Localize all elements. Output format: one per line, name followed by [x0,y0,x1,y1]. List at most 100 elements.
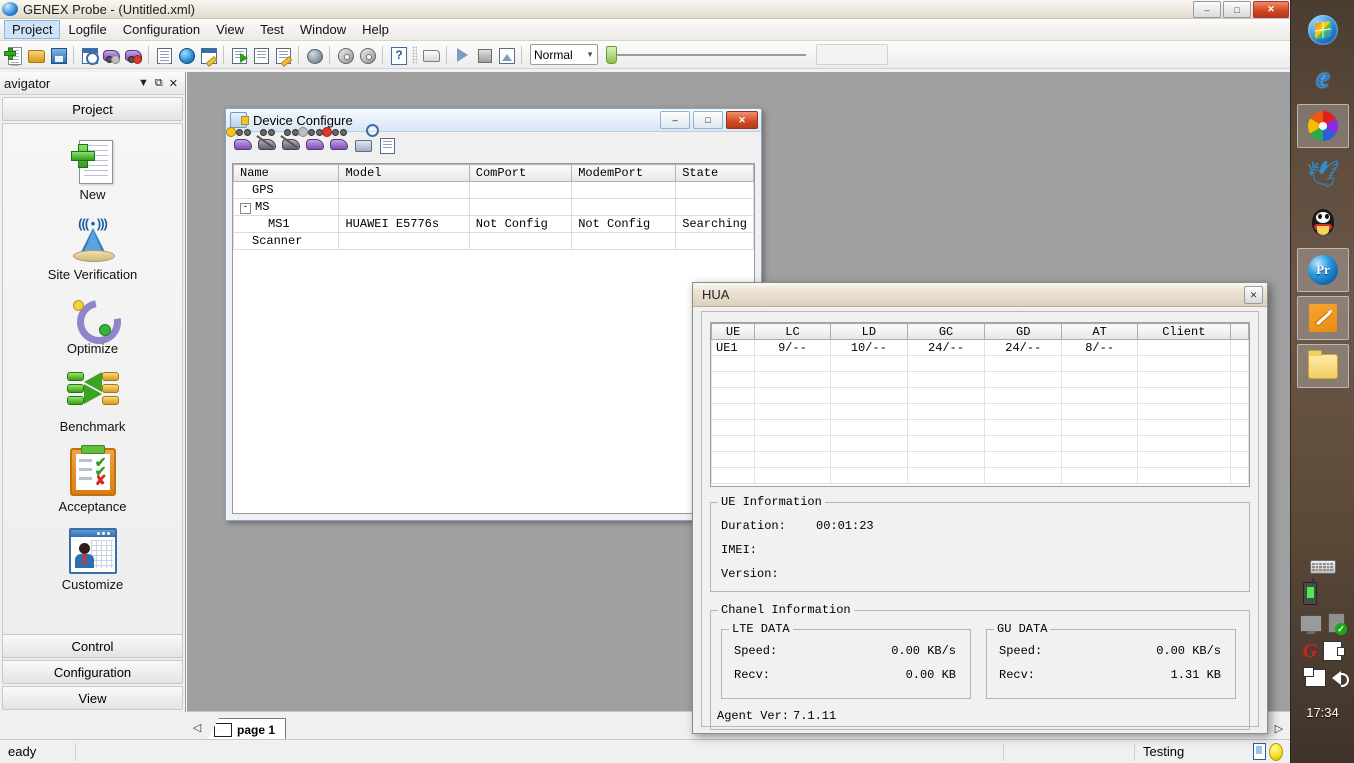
hua-close-button[interactable]: ✕ [1244,286,1263,304]
device-connect-icon[interactable] [122,44,144,66]
column-gc[interactable]: GC [906,323,986,340]
hua-ue-grid[interactable]: UE LC LD GC GD AT Client UE1 9/-- 10/-- … [710,322,1250,487]
column-ld[interactable]: LD [829,323,908,340]
column-lc[interactable]: LC [754,323,831,340]
column-comport[interactable]: ComPort [468,164,573,182]
record-icon[interactable] [356,44,378,66]
minimize-button[interactable]: – [1193,1,1221,18]
toolbar-grip[interactable] [412,45,417,64]
column-ue[interactable]: UE [711,323,756,340]
slider-track[interactable] [617,53,806,56]
dock-item-pinwheel-browser[interactable] [1291,102,1354,150]
print-icon[interactable] [354,136,372,154]
help-icon[interactable]: ? [387,44,409,66]
column-state[interactable]: State [675,164,754,182]
device-grid[interactable]: Name Model ComPort ModemPort State GPS -… [232,163,755,514]
connect-device-icon[interactable] [322,126,348,154]
clock[interactable]: 17:34 [1291,705,1354,720]
stop-icon[interactable] [473,44,495,66]
navigator-section-configuration[interactable]: Configuration [2,660,183,684]
keyboard-icon[interactable] [1309,560,1336,574]
g-red-icon[interactable]: G [1303,641,1317,661]
navigator-item-site-verification[interactable]: ((( • ))) Site Verification [3,216,182,282]
disable-device-icon[interactable] [280,128,300,154]
navigator-item-new[interactable]: New [3,138,182,202]
save-disk-icon[interactable] [47,44,69,66]
column-client[interactable]: Client [1136,323,1231,340]
navigator-item-optimize[interactable]: Optimize [3,291,182,356]
device-disconnect-icon[interactable] [100,44,122,66]
navigator-item-benchmark[interactable]: Benchmark [3,370,182,434]
column-name[interactable]: Name [233,164,340,182]
table-row[interactable] [711,371,1249,388]
navigator-item-customize[interactable]: Customize [3,528,182,592]
table-row[interactable] [711,387,1249,404]
table-row[interactable]: UE1 9/-- 10/-- 24/-- 24/-- 8/-- [711,339,1249,356]
run-report-icon[interactable] [228,44,250,66]
menu-help[interactable]: Help [354,20,397,39]
column-at[interactable]: AT [1061,323,1138,340]
tab-page-1[interactable]: page 1 [207,718,287,740]
grid-report-icon[interactable] [250,44,272,66]
dock-item-premiere-pro[interactable]: Pr [1291,246,1354,294]
menu-test[interactable]: Test [252,20,292,39]
table-row[interactable] [711,355,1249,372]
mode-select[interactable]: Normal ▼ [530,44,598,65]
phone-icon[interactable] [1303,578,1317,605]
dock-item-windows-start[interactable] [1291,6,1354,54]
play-icon[interactable] [451,44,473,66]
table-row[interactable]: MS1 HUAWEI E5776s Not Config Not Config … [233,215,754,233]
open-log-icon[interactable] [420,44,442,66]
export-image-icon[interactable] [495,44,517,66]
dock-item-folder-explorer[interactable] [1291,342,1354,390]
table-row[interactable] [711,467,1249,484]
navigator-item-acceptance[interactable]: ✔ ✔ ✘ Acceptance [3,445,182,514]
column-modemport[interactable]: ModemPort [571,164,677,182]
disconnect-device-icon[interactable] [298,126,324,154]
dock-item-blue-bird[interactable]: 🕊 [1291,150,1354,198]
table-row[interactable]: Scanner [233,232,754,250]
edit-report-icon[interactable] [272,44,294,67]
tab-scroll-left-icon[interactable]: ◁ [187,721,207,740]
column-model[interactable]: Model [338,164,470,182]
usb-safe-remove-icon[interactable]: ✓ [1328,613,1347,635]
add-device-icon[interactable] [226,126,252,154]
maximize-button[interactable]: □ [1223,1,1251,18]
column-gd[interactable]: GD [984,323,1063,340]
device-minimize-button[interactable]: – [660,111,690,129]
dark-globe-icon[interactable] [303,44,325,66]
network-icon[interactable] [1302,667,1326,687]
table-row[interactable] [711,419,1249,436]
table-new-icon[interactable] [197,44,219,67]
dock-item-qq[interactable] [1291,198,1354,246]
dock-item-orange-editor[interactable] [1291,294,1354,342]
slider-thumb[interactable] [606,45,617,64]
close-button[interactable]: ✕ [1253,1,1289,18]
device-info-icon[interactable] [366,123,396,154]
menu-logfile[interactable]: Logfile [60,20,114,39]
plug-icon[interactable] [1323,641,1346,661]
table-row[interactable] [711,403,1249,420]
new-document-icon[interactable] [3,44,25,66]
navigator-dropdown-icon[interactable]: ▼ [135,77,152,89]
progress-slider[interactable] [606,45,806,64]
navigator-section-project[interactable]: Project [2,97,183,121]
report-icon[interactable] [78,44,100,66]
navigator-section-control[interactable]: Control [2,634,183,658]
dock-item-internet-explorer[interactable]: e [1291,54,1354,102]
navigator-pin-icon[interactable]: ⧉ [152,77,166,90]
navigator-close-icon[interactable]: ✕ [166,77,181,90]
table-row[interactable] [711,435,1249,452]
navigator-section-view[interactable]: View [2,686,183,710]
table-row[interactable] [711,451,1249,468]
menu-configuration[interactable]: Configuration [115,20,208,39]
menu-project[interactable]: Project [4,20,61,39]
menu-view[interactable]: View [208,20,252,39]
device-maximize-button[interactable]: □ [693,111,723,129]
open-folder-icon[interactable] [25,44,47,66]
menu-window[interactable]: Window [292,20,354,39]
tab-scroll-right-icon[interactable]: ▷ [1267,722,1291,740]
globe-icon[interactable] [175,44,197,66]
list-icon[interactable] [153,44,175,66]
volume-icon[interactable] [1331,671,1349,687]
